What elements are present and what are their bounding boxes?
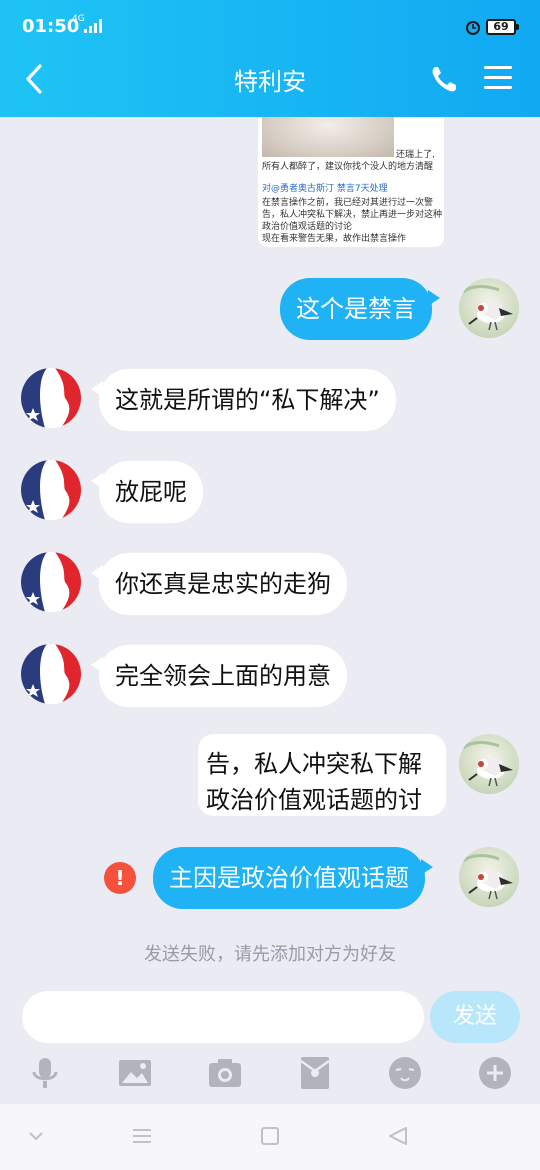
my-avatar[interactable] [459, 847, 519, 907]
contact-avatar[interactable] [21, 552, 81, 612]
contact-avatar[interactable] [21, 460, 81, 520]
battery-icon [516, 24, 519, 30]
incoming-message[interactable]: 这就是所谓的“私下解决” [91, 369, 396, 431]
battery-level: 69 [486, 19, 516, 35]
alarm-icon [466, 21, 480, 35]
message-input[interactable] [22, 991, 424, 1043]
home-icon[interactable] [258, 1124, 282, 1148]
photo-thumbnail [262, 117, 394, 157]
outgoing-message-failed[interactable]: 主因是政治价值观话题 [153, 847, 433, 909]
image-message[interactable]: 还瑞上了, 所有人都醉了，建议你找个没人的地方清醒 对@勇者奥古斯汀 禁言7天处… [258, 117, 444, 247]
image-text-line: 在禁言操作之前，我已经对其进行过一次警 [262, 198, 434, 208]
menu-button[interactable] [484, 64, 512, 92]
image-text-line: 对@勇者奥古斯汀 禁言7天处理 [262, 183, 388, 195]
red-packet-icon[interactable] [297, 1055, 333, 1091]
plus-icon[interactable] [477, 1055, 513, 1091]
system-nav-bar [0, 1104, 540, 1170]
forwarded-text-message[interactable]: 告，私人冲突私下解 政治价值观话题的讨 [198, 734, 446, 816]
image-text-line: 告，私人冲突私下解决，禁止再进一步对这种 [262, 210, 443, 220]
image-icon[interactable] [117, 1055, 153, 1091]
image-caption: 还瑞上了, [396, 150, 435, 160]
contact-avatar[interactable] [21, 644, 81, 704]
back-nav-icon[interactable] [386, 1124, 410, 1148]
image-text-line: 所有人都醉了，建议你找个没人的地方清醒 [262, 162, 434, 172]
recents-icon[interactable] [130, 1124, 154, 1148]
contact-avatar[interactable] [21, 368, 81, 428]
incoming-message[interactable]: 放屁呢 [91, 461, 203, 523]
emoji-icon[interactable] [387, 1055, 423, 1091]
incoming-message[interactable]: 你还真是忠实的走狗 [91, 553, 347, 615]
system-notice: 发送失败，请先添加对方为好友 [144, 944, 396, 965]
mic-icon[interactable] [27, 1055, 63, 1091]
send-button[interactable]: 发送 [430, 991, 520, 1043]
phone-call-button[interactable] [428, 62, 460, 96]
forwarded-line: 政治价值观话题的讨 [206, 786, 422, 814]
camera-icon[interactable] [207, 1055, 243, 1091]
network-type: 4G [72, 14, 85, 24]
my-avatar[interactable] [459, 734, 519, 794]
my-avatar[interactable] [459, 278, 519, 338]
chevron-down-icon[interactable] [24, 1124, 48, 1148]
send-failed-icon[interactable]: ! [104, 862, 136, 894]
status-time: 01:50 [22, 16, 80, 37]
incoming-message[interactable]: 完全领会上面的用意 [91, 645, 347, 707]
header-bar: 01:50 4G 69 特利安 [0, 0, 540, 117]
forwarded-line: 告，私人冲突私下解 [206, 750, 422, 778]
outgoing-message[interactable]: 这个是禁言 [280, 278, 440, 340]
image-text-line: 现在看来警告无果，故作出禁言操作 [262, 234, 407, 244]
image-text-line: 政治价值观话题的讨论 [262, 222, 353, 232]
signal-icon [84, 19, 104, 33]
mention-line: 对@勇者奥古斯汀 禁言7天处理 [262, 184, 388, 194]
